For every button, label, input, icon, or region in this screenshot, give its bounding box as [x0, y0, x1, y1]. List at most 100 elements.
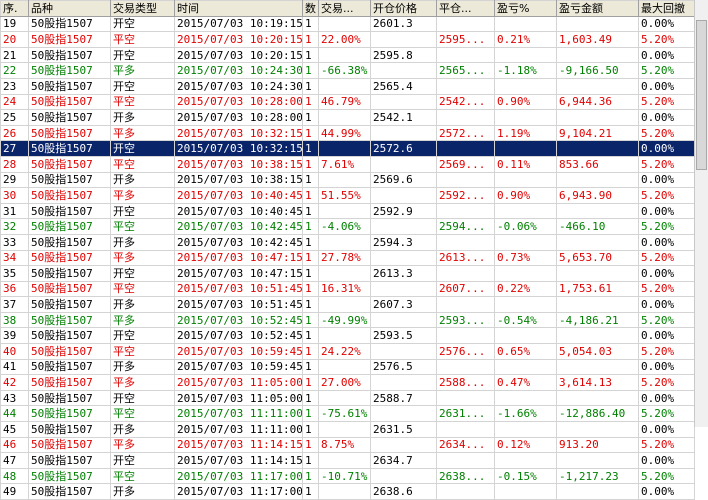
table-row[interactable]: 32 50股指1507 平空 2015/07/03 10:42:45 1 -4.06% 25… — [0, 218, 695, 235]
table-row[interactable]: 37 50股指1507 开多 2015/07/03 10:51:45 1 2607.3 0.… — [0, 296, 695, 313]
cell-pnl-amount — [556, 265, 639, 282]
col-header-pnl-amount[interactable]: 盈亏金额 — [556, 0, 639, 17]
table-row[interactable]: 21 50股指1507 开空 2015/07/03 10:20:15 1 2595.8 0.… — [0, 46, 695, 64]
table-row[interactable]: 27 50股指1507 开空 2015/07/03 10:32:15 1 2572.6 0.… — [0, 140, 695, 157]
cell-seq: 28 — [0, 155, 29, 173]
cell-time: 2015/07/03 10:52:45 — [174, 311, 303, 329]
cell-seq: 22 — [0, 62, 29, 79]
cell-max-drawdown: 0.00% — [638, 109, 695, 126]
table-row[interactable]: 31 50股指1507 开空 2015/07/03 10:40:45 1 2592.9 0.… — [0, 202, 695, 220]
cell-seq: 20 — [0, 31, 29, 48]
table-row[interactable]: 42 50股指1507 平多 2015/07/03 11:05:00 1 27.00% 25… — [0, 374, 695, 391]
cell-time: 2015/07/03 10:51:45 — [174, 296, 303, 313]
col-header-pnl-pct[interactable]: 盈亏% — [494, 0, 557, 17]
cell-close-price — [436, 452, 495, 469]
cell-pnl-pct — [494, 46, 557, 64]
table-row[interactable]: 38 50股指1507 平多 2015/07/03 10:52:45 1 -49.99% 2… — [0, 311, 695, 329]
cell-open-price: 2594.3 — [370, 233, 437, 251]
cell-trade-type: 开空 — [110, 46, 175, 64]
cell-pnl-pct: 0.22% — [494, 280, 557, 298]
cell-trade-type: 平空 — [110, 343, 175, 360]
table-row[interactable]: 47 50股指1507 开空 2015/07/03 11:14:15 1 2634.7 0.… — [0, 452, 695, 469]
table-row[interactable]: 28 50股指1507 平空 2015/07/03 10:38:15 1 7.61% 256… — [0, 155, 695, 173]
cell-time: 2015/07/03 10:20:15 — [174, 46, 303, 64]
table-row[interactable]: 29 50股指1507 开多 2015/07/03 10:38:15 1 2569.6 0.… — [0, 171, 695, 189]
cell-pnl-amount: 853.66 — [556, 155, 639, 173]
table-row[interactable]: 36 50股指1507 平空 2015/07/03 10:51:45 1 16.31% 26… — [0, 280, 695, 298]
cell-symbol: 50股指1507 — [28, 265, 111, 282]
table-row[interactable]: 23 50股指1507 开空 2015/07/03 10:24:30 1 2565.4 0.… — [0, 77, 695, 95]
cell-seq: 38 — [0, 311, 29, 329]
cell-close-price: 2634... — [436, 436, 495, 454]
col-header-trade-pct[interactable]: 交易... — [318, 0, 371, 17]
table-row[interactable]: 48 50股指1507 平空 2015/07/03 11:17:00 1 -10.71% 2… — [0, 467, 695, 485]
col-header-close-price[interactable]: 平仓... — [436, 0, 495, 17]
scrollbar-thumb[interactable] — [696, 20, 707, 170]
cell-seq: 37 — [0, 296, 29, 313]
cell-close-price — [436, 327, 495, 345]
cell-seq: 24 — [0, 93, 29, 111]
cell-time: 2015/07/03 10:47:15 — [174, 249, 303, 267]
col-header-trade-type[interactable]: 交易类型 — [110, 0, 175, 17]
table-row[interactable]: 25 50股指1507 开多 2015/07/03 10:28:00 1 2542.1 0.… — [0, 109, 695, 126]
cell-qty: 1 — [302, 15, 319, 33]
col-header-time[interactable]: 时间 — [174, 0, 303, 17]
cell-open-price: 2542.1 — [370, 109, 437, 126]
cell-trade-pct — [318, 140, 371, 157]
cell-symbol: 50股指1507 — [28, 249, 111, 267]
cell-qty: 1 — [302, 249, 319, 267]
vertical-scrollbar[interactable] — [694, 0, 708, 427]
cell-pnl-amount: 6,944.36 — [556, 93, 639, 111]
col-header-seq[interactable]: 序. — [0, 0, 29, 17]
cell-time: 2015/07/03 11:11:00 — [174, 405, 303, 423]
cell-open-price: 2634.7 — [370, 452, 437, 469]
table-row[interactable]: 35 50股指1507 开空 2015/07/03 10:47:15 1 2613.3 0.… — [0, 265, 695, 282]
table-row[interactable]: 44 50股指1507 平空 2015/07/03 11:11:00 1 -75.61% 2… — [0, 405, 695, 423]
table-row[interactable]: 45 50股指1507 开多 2015/07/03 11:11:00 1 2631.5 0.… — [0, 421, 695, 438]
table-row[interactable]: 41 50股指1507 开多 2015/07/03 10:59:45 1 2576.5 0.… — [0, 358, 695, 376]
cell-qty: 1 — [302, 343, 319, 360]
cell-trade-pct: 8.75% — [318, 436, 371, 454]
cell-qty: 1 — [302, 93, 319, 111]
table-row[interactable]: 39 50股指1507 开空 2015/07/03 10:52:45 1 2593.5 0.… — [0, 327, 695, 345]
table-row[interactable]: 34 50股指1507 平多 2015/07/03 10:47:15 1 27.78% 26… — [0, 249, 695, 267]
cell-time: 2015/07/03 10:40:45 — [174, 187, 303, 204]
cell-qty: 1 — [302, 187, 319, 204]
cell-pnl-pct: -0.15% — [494, 467, 557, 485]
table-row[interactable]: 43 50股指1507 开空 2015/07/03 11:05:00 1 2588.7 0.… — [0, 389, 695, 407]
cell-seq: 33 — [0, 233, 29, 251]
cell-trade-pct: 46.79% — [318, 93, 371, 111]
cell-symbol: 50股指1507 — [28, 15, 111, 33]
table-row[interactable]: 49 50股指1507 开多 2015/07/03 11:17:00 1 2638.6 0.… — [0, 483, 695, 500]
cell-max-drawdown: 5.20% — [638, 93, 695, 111]
table-row[interactable]: 40 50股指1507 平空 2015/07/03 10:59:45 1 24.22% 25… — [0, 343, 695, 360]
table-row[interactable]: 20 50股指1507 平空 2015/07/03 10:20:15 1 22.00% 25… — [0, 31, 695, 48]
cell-max-drawdown: 0.00% — [638, 389, 695, 407]
cell-trade-pct — [318, 265, 371, 282]
table-row[interactable]: 46 50股指1507 平多 2015/07/03 11:14:15 1 8.75% 263… — [0, 436, 695, 454]
cell-time: 2015/07/03 10:24:30 — [174, 77, 303, 95]
cell-symbol: 50股指1507 — [28, 218, 111, 235]
cell-trade-pct — [318, 77, 371, 95]
col-header-symbol[interactable]: 品种 — [28, 0, 111, 17]
cell-close-price — [436, 483, 495, 500]
col-header-qty[interactable]: 数 — [302, 0, 319, 17]
cell-close-price — [436, 171, 495, 189]
cell-qty: 1 — [302, 202, 319, 220]
cell-max-drawdown: 0.00% — [638, 265, 695, 282]
table-row[interactable]: 19 50股指1507 开空 2015/07/03 10:19:15 1 2601.3 0.… — [0, 15, 695, 33]
cell-qty: 1 — [302, 467, 319, 485]
cell-pnl-pct — [494, 296, 557, 313]
col-header-max-drawdown[interactable]: 最大回撤 — [638, 0, 695, 17]
table-row[interactable]: 26 50股指1507 平多 2015/07/03 10:32:15 1 44.99% 25… — [0, 124, 695, 142]
cell-qty: 1 — [302, 62, 319, 79]
table-row[interactable]: 33 50股指1507 开多 2015/07/03 10:42:45 1 2594.3 0.… — [0, 233, 695, 251]
cell-pnl-amount: 913.20 — [556, 436, 639, 454]
table-row[interactable]: 30 50股指1507 平多 2015/07/03 10:40:45 1 51.55% 25… — [0, 187, 695, 204]
cell-symbol: 50股指1507 — [28, 171, 111, 189]
cell-open-price — [370, 187, 437, 204]
table-row[interactable]: 22 50股指1507 平多 2015/07/03 10:24:30 1 -66.38% 2… — [0, 62, 695, 79]
col-header-open-price[interactable]: 开仓价格 — [370, 0, 437, 17]
cell-symbol: 50股指1507 — [28, 389, 111, 407]
table-row[interactable]: 24 50股指1507 平空 2015/07/03 10:28:00 1 46.79% 25… — [0, 93, 695, 111]
